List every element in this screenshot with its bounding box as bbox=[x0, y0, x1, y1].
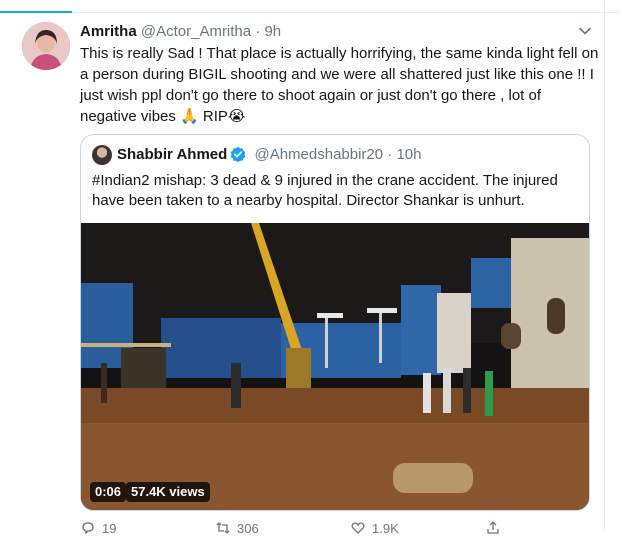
retweet-icon bbox=[216, 522, 230, 534]
quoted-avatar[interactable] bbox=[92, 145, 112, 165]
video-player[interactable]: 0:06 57.4K views bbox=[81, 223, 589, 510]
reply-icon bbox=[82, 522, 94, 535]
video-duration-badge: 0:06 bbox=[90, 482, 127, 502]
like-icon bbox=[351, 522, 365, 534]
separator-dot: · bbox=[255, 23, 261, 40]
share-button[interactable] bbox=[485, 520, 507, 536]
quoted-author-name[interactable]: Shabbir Ahmed bbox=[117, 146, 227, 163]
like-count: 1.9K bbox=[372, 521, 399, 536]
chevron-down-icon[interactable] bbox=[578, 24, 592, 38]
quoted-author-handle[interactable]: @Ahmedshabbir20 bbox=[254, 146, 383, 163]
author-handle[interactable]: @Actor_Amritha bbox=[141, 23, 251, 40]
active-tab-indicator bbox=[0, 11, 72, 13]
quoted-separator-dot: · bbox=[387, 146, 393, 163]
video-views-badge: 57.4K views bbox=[126, 482, 210, 502]
quoted-tweet[interactable]: Shabbir Ahmed @Ahmedshabbir20 · 10h #Ind… bbox=[80, 134, 590, 511]
retweet-count: 306 bbox=[237, 521, 259, 536]
column-divider bbox=[604, 0, 605, 531]
tab-bar-underline bbox=[0, 0, 620, 13]
quoted-timestamp[interactable]: 10h bbox=[396, 146, 421, 163]
author-name[interactable]: Amritha bbox=[80, 23, 137, 40]
tweet-timestamp[interactable]: 9h bbox=[264, 23, 281, 40]
tweet-header: Amritha @Actor_Amritha · 9h bbox=[80, 22, 281, 42]
tweet-actions: 19 306 1.9K bbox=[80, 520, 600, 536]
like-button[interactable]: 1.9K bbox=[350, 520, 399, 536]
share-icon bbox=[487, 521, 499, 534]
video-frame-image bbox=[81, 223, 589, 510]
quoted-header: Shabbir Ahmed @Ahmedshabbir20 · 10h bbox=[117, 145, 421, 165]
reply-count: 19 bbox=[102, 521, 117, 536]
retweet-button[interactable]: 306 bbox=[215, 520, 259, 536]
avatar[interactable] bbox=[22, 22, 70, 70]
quoted-text: #Indian2 mishap: 3 dead & 9 injured in t… bbox=[92, 172, 558, 209]
verified-badge-icon bbox=[230, 146, 246, 162]
tweet-text: This is really Sad ! That place is actua… bbox=[80, 45, 599, 125]
reply-button[interactable]: 19 bbox=[80, 520, 116, 536]
